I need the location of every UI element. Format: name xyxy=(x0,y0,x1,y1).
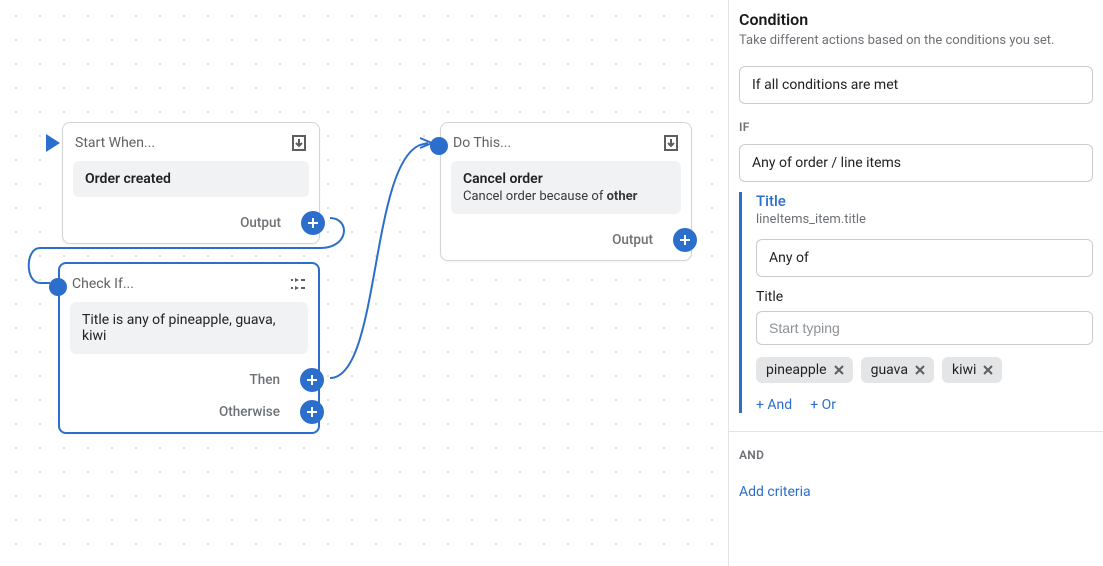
add-output-button[interactable] xyxy=(301,211,325,235)
import-icon[interactable] xyxy=(661,133,681,153)
panel-subtitle: Take different actions based on the cond… xyxy=(739,33,1093,48)
node-action-body: Cancel order Cancel order because of oth… xyxy=(451,161,681,214)
node-action[interactable]: Do This... Cancel order Cancel order bec… xyxy=(440,122,692,261)
add-output-button[interactable] xyxy=(673,228,697,252)
condition-mode-select[interactable]: If all conditions are met xyxy=(739,66,1093,104)
workflow-canvas[interactable]: Start When... Order created Output Check… xyxy=(0,0,728,566)
tag: kiwi xyxy=(942,357,1002,383)
add-criteria-link[interactable]: Add criteria xyxy=(739,484,811,500)
import-icon[interactable] xyxy=(289,133,309,153)
criteria-field-link[interactable]: Title xyxy=(756,192,1093,210)
criteria-path: lineItems_item.title xyxy=(756,212,1093,227)
tag-remove-icon[interactable] xyxy=(914,364,926,376)
tag-label: guava xyxy=(871,362,908,378)
add-then-button[interactable] xyxy=(300,368,324,392)
add-otherwise-button[interactable] xyxy=(300,400,324,424)
criteria-block: Title lineItems_item.title Any of Title … xyxy=(739,192,1093,413)
node-check[interactable]: Check If... Title is any of pineapple, g… xyxy=(58,262,320,434)
condition-icon xyxy=(288,274,308,294)
tags-row: pineapple guava kiwi xyxy=(756,357,1093,383)
value-label: Title xyxy=(756,289,1093,305)
divider xyxy=(729,431,1103,432)
if-label: IF xyxy=(739,120,1093,134)
node-start-body: Order created xyxy=(73,161,309,197)
tag: guava xyxy=(861,357,934,383)
tag-label: pineapple xyxy=(766,362,827,378)
node-start[interactable]: Start When... Order created Output xyxy=(62,122,320,244)
start-play-icon xyxy=(46,134,60,152)
and-label: AND xyxy=(739,448,1093,462)
value-input[interactable] xyxy=(756,311,1093,345)
node-check-title: Check If... xyxy=(72,276,280,292)
tag-remove-icon[interactable] xyxy=(982,364,994,376)
output-label: Output xyxy=(240,215,281,231)
panel-title: Condition xyxy=(739,10,1093,29)
tag: pineapple xyxy=(756,357,853,383)
node-action-title: Do This... xyxy=(453,135,653,151)
node-start-title: Start When... xyxy=(75,135,281,151)
node-check-body: Title is any of pineapple, guava, kiwi xyxy=(70,302,308,354)
output-label: Output xyxy=(612,232,653,248)
then-label: Then xyxy=(250,372,280,388)
operator-select[interactable]: Any of xyxy=(756,239,1093,277)
tag-label: kiwi xyxy=(952,362,976,378)
node-action-input-port[interactable] xyxy=(430,137,448,155)
node-check-input-port[interactable] xyxy=(49,278,67,296)
add-or-link[interactable]: + Or xyxy=(810,397,836,413)
scope-select[interactable]: Any of order / line items xyxy=(739,144,1093,182)
condition-panel: Condition Take different actions based o… xyxy=(728,0,1103,566)
add-and-link[interactable]: + And xyxy=(756,397,792,413)
tag-remove-icon[interactable] xyxy=(833,364,845,376)
otherwise-label: Otherwise xyxy=(219,404,280,420)
